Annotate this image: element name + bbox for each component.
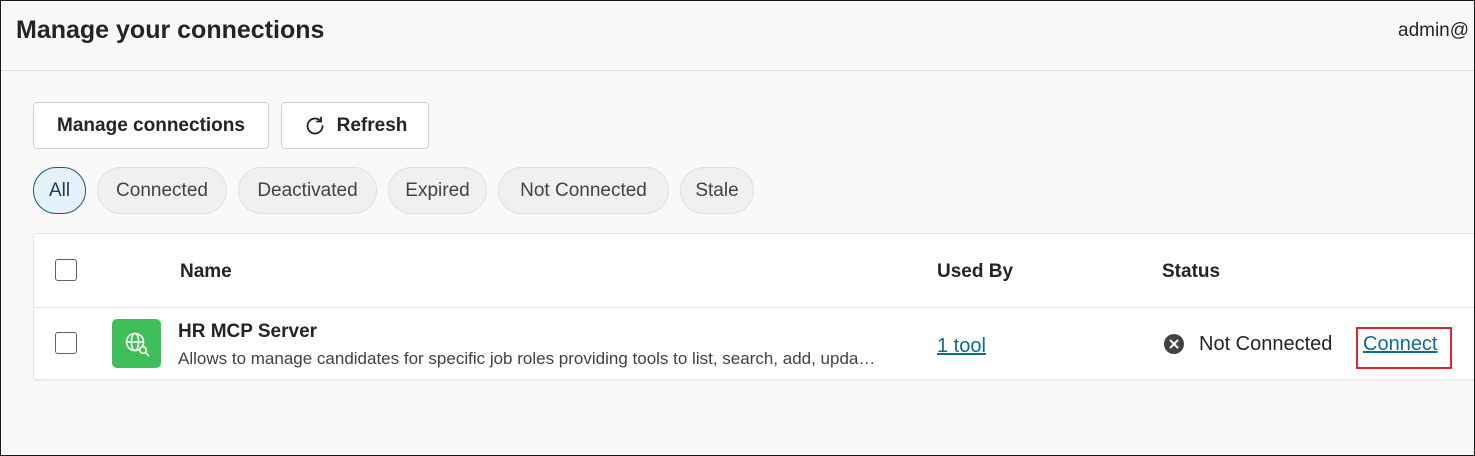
column-header-status[interactable]: Status <box>1162 261 1220 283</box>
connection-name: HR MCP Server <box>178 321 318 342</box>
table-row[interactable]: HR MCP Server Allows to manage candidate… <box>34 307 1475 380</box>
not-connected-status-icon <box>1164 334 1184 354</box>
table-header-row: Name Used By Status <box>34 234 1475 308</box>
filter-all[interactable]: All <box>33 167 86 214</box>
filter-not-connected[interactable]: Not Connected <box>498 167 669 214</box>
filter-stale[interactable]: Stale <box>680 167 754 214</box>
column-header-used-by[interactable]: Used By <box>937 261 1013 283</box>
page-header: Manage your connections admin@ <box>0 0 1475 71</box>
refresh-button[interactable]: Refresh <box>281 102 429 149</box>
refresh-icon <box>306 116 324 134</box>
status-text: Not Connected <box>1199 333 1333 355</box>
connections-table: Name Used By Status HR MCP Server Allows… <box>33 233 1475 380</box>
row-select-checkbox[interactable] <box>55 332 77 354</box>
column-header-name[interactable]: Name <box>180 261 232 283</box>
manage-connections-button[interactable]: Manage connections <box>33 102 269 149</box>
filter-connected[interactable]: Connected <box>97 167 227 214</box>
globe-search-icon <box>112 319 161 368</box>
filter-deactivated[interactable]: Deactivated <box>238 167 377 214</box>
page-title: Manage your connections <box>16 16 325 44</box>
refresh-label: Refresh <box>336 114 408 136</box>
connect-link[interactable]: Connect <box>1363 333 1438 356</box>
user-account-label[interactable]: admin@ <box>1398 20 1469 42</box>
filter-expired[interactable]: Expired <box>388 167 487 214</box>
select-all-checkbox[interactable] <box>55 259 77 281</box>
connection-description: Allows to manage candidates for specific… <box>178 349 876 368</box>
used-by-link[interactable]: 1 tool <box>937 335 986 358</box>
